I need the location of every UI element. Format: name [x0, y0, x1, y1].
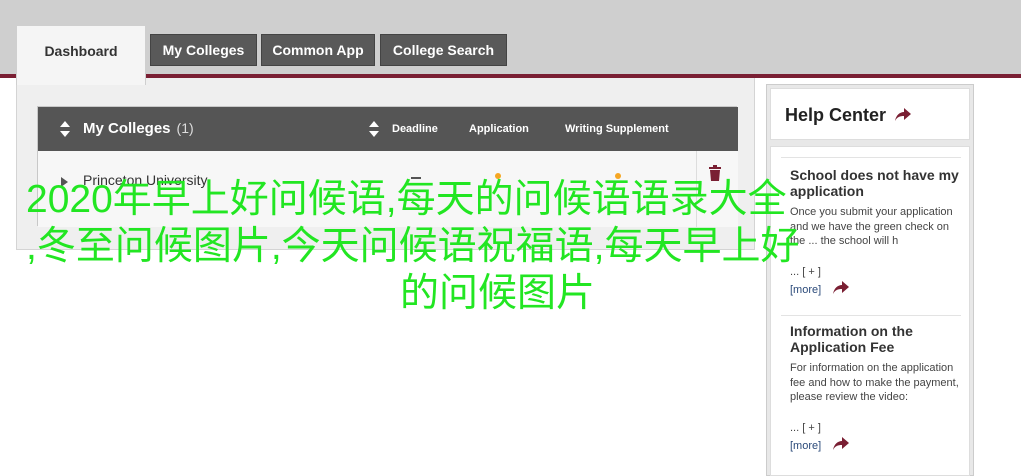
column-deadline[interactable]: Deadline: [392, 123, 438, 135]
help-articles: School does not have my application Once…: [770, 146, 970, 476]
tab-dashboard[interactable]: Dashboard: [16, 25, 146, 85]
application-status-dot: [495, 173, 501, 179]
curved-arrow-icon[interactable]: [831, 281, 849, 295]
help-center-title[interactable]: Help Center: [785, 105, 912, 126]
page-root: Dashboard My Colleges Common App College…: [0, 0, 1021, 476]
curved-arrow-icon[interactable]: [831, 437, 849, 451]
tab-college-search[interactable]: College Search: [380, 34, 507, 66]
more-link[interactable]: [more]: [790, 284, 821, 296]
help-divider: [781, 315, 961, 316]
my-colleges-header: My Colleges (1) Deadline Application Writ…: [38, 107, 738, 151]
article-body: For information on the application fee a…: [790, 362, 959, 403]
tab-common-app[interactable]: Common App: [261, 34, 375, 66]
tab-my-colleges[interactable]: My Colleges: [150, 34, 257, 66]
help-center-title-text: Help Center: [785, 105, 887, 125]
college-row[interactable]: Princeton University: [38, 151, 738, 227]
college-name[interactable]: Princeton University: [83, 172, 208, 188]
help-center-header: Help Center: [770, 88, 970, 140]
article-expand[interactable]: ... [ + ]: [790, 266, 821, 278]
curved-arrow-icon: [895, 108, 912, 121]
my-colleges-count: (1): [176, 120, 194, 136]
article-title[interactable]: School does not have my application: [790, 167, 965, 199]
expand-arrow-icon[interactable]: [61, 177, 68, 187]
article-body: Once you submit your application and we …: [790, 206, 953, 247]
sort-icon[interactable]: [59, 120, 71, 138]
my-colleges-title-text: My Colleges: [83, 120, 171, 137]
column-application[interactable]: Application: [469, 123, 529, 135]
writing-status-dot: [615, 173, 621, 179]
trash-icon[interactable]: [708, 165, 722, 181]
my-colleges-card: My Colleges (1) Deadline Application Writ…: [37, 106, 738, 227]
row-divider: [696, 151, 697, 227]
deadline-value: [411, 177, 421, 179]
column-writing-supplement[interactable]: Writing Supplement: [565, 123, 669, 135]
sort-deadline-icon[interactable]: [368, 120, 380, 138]
overlay-line-3: 的问候图片: [400, 272, 596, 315]
help-divider: [781, 157, 961, 158]
more-link[interactable]: [more]: [790, 440, 821, 452]
article-title[interactable]: Information on the Application Fee: [790, 323, 965, 355]
article-expand[interactable]: ... [ + ]: [790, 422, 821, 434]
my-colleges-title[interactable]: My Colleges (1): [83, 120, 194, 137]
